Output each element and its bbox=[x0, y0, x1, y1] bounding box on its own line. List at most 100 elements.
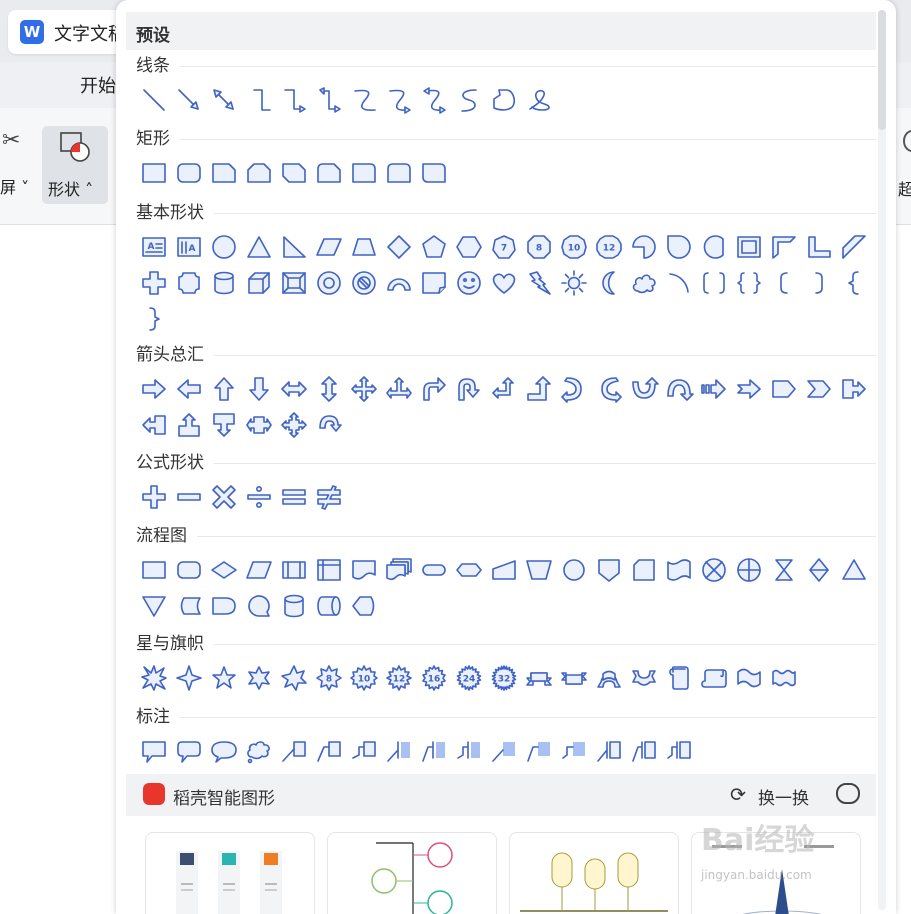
diamond-icon[interactable] bbox=[381, 229, 416, 264]
curved-ribbon-down-icon[interactable] bbox=[626, 660, 661, 695]
notched-right-arrow-icon[interactable] bbox=[731, 371, 766, 406]
flowchart-sort-icon[interactable] bbox=[801, 552, 836, 587]
line-callout-accent-1-icon[interactable] bbox=[381, 733, 416, 768]
horizontal-scroll-icon[interactable] bbox=[696, 660, 731, 695]
dodecagon-icon[interactable]: 12 bbox=[591, 229, 626, 264]
right-arrow-icon[interactable] bbox=[136, 371, 171, 406]
chevron-icon[interactable] bbox=[801, 371, 836, 406]
elbow-arrow-connector-icon[interactable] bbox=[276, 82, 311, 117]
line-callout-accent-border-3-icon[interactable] bbox=[661, 733, 696, 768]
star-32-icon[interactable]: 32 bbox=[486, 660, 521, 695]
down-arrow-callout-icon[interactable] bbox=[206, 407, 241, 442]
menu-start[interactable]: 开始 bbox=[80, 72, 116, 98]
sun-icon[interactable] bbox=[556, 265, 591, 300]
line-callout-accent-3-icon[interactable] bbox=[451, 733, 486, 768]
freeform-icon[interactable] bbox=[486, 82, 521, 117]
double-brace-icon[interactable] bbox=[731, 265, 766, 300]
rounded-rectangular-callout-icon[interactable] bbox=[171, 733, 206, 768]
panel-scrollbar[interactable] bbox=[878, 10, 886, 910]
round-diagonal-rectangle-icon[interactable] bbox=[416, 155, 451, 190]
curved-right-arrow-icon[interactable] bbox=[556, 371, 591, 406]
can-icon[interactable] bbox=[206, 265, 241, 300]
folded-corner-icon[interactable] bbox=[416, 265, 451, 300]
plaque-icon[interactable] bbox=[171, 265, 206, 300]
up-arrow-callout-icon[interactable] bbox=[171, 407, 206, 442]
right-bracket-icon[interactable] bbox=[801, 265, 836, 300]
not-equal-sign-icon[interactable] bbox=[311, 479, 346, 514]
multiply-sign-icon[interactable] bbox=[206, 479, 241, 514]
left-arrow-callout-icon[interactable] bbox=[136, 407, 171, 442]
vertical-scroll-icon[interactable] bbox=[661, 660, 696, 695]
rectangle-icon[interactable] bbox=[136, 155, 171, 190]
flowchart-manual-input-icon[interactable] bbox=[486, 552, 521, 587]
scribble-icon[interactable] bbox=[521, 82, 556, 117]
hexagon-icon[interactable] bbox=[451, 229, 486, 264]
left-right-arrow-icon[interactable] bbox=[276, 371, 311, 406]
octagon-icon[interactable]: 8 bbox=[521, 229, 556, 264]
flowchart-or-icon[interactable] bbox=[731, 552, 766, 587]
line-callout-3-icon[interactable] bbox=[346, 733, 381, 768]
frame-icon[interactable] bbox=[731, 229, 766, 264]
flowchart-decision-icon[interactable] bbox=[206, 552, 241, 587]
elbow-connector-icon[interactable] bbox=[241, 82, 276, 117]
right-triangle-icon[interactable] bbox=[276, 229, 311, 264]
smart-graphic-card[interactable] bbox=[327, 832, 497, 914]
quad-arrow-icon[interactable] bbox=[346, 371, 381, 406]
moon-icon[interactable] bbox=[591, 265, 626, 300]
teardrop-icon[interactable] bbox=[661, 229, 696, 264]
snip-round-rectangle-icon[interactable] bbox=[311, 155, 346, 190]
star-6-icon[interactable] bbox=[241, 660, 276, 695]
curved-up-arrow-icon[interactable] bbox=[626, 371, 661, 406]
heptagon-icon[interactable]: 7 bbox=[486, 229, 521, 264]
cube-icon[interactable] bbox=[241, 265, 276, 300]
curve-icon[interactable] bbox=[451, 82, 486, 117]
curved-double-arrow-connector-icon[interactable] bbox=[416, 82, 451, 117]
line-callout-border-2-icon[interactable] bbox=[521, 733, 556, 768]
swap-button[interactable]: 换一换 bbox=[758, 784, 809, 809]
flowchart-internal-storage-icon[interactable] bbox=[311, 552, 346, 587]
trapezoid-icon[interactable] bbox=[346, 229, 381, 264]
shapes-button[interactable]: 形状 ˄ bbox=[42, 126, 108, 204]
pentagon-icon[interactable] bbox=[416, 229, 451, 264]
flowchart-document-icon[interactable] bbox=[346, 552, 381, 587]
star-24-icon[interactable]: 24 bbox=[451, 660, 486, 695]
flowchart-alternate-process-icon[interactable] bbox=[171, 552, 206, 587]
star-8-icon[interactable]: 8 bbox=[311, 660, 346, 695]
snip-diagonal-rectangle-icon[interactable] bbox=[276, 155, 311, 190]
flowchart-data-icon[interactable] bbox=[241, 552, 276, 587]
double-bracket-icon[interactable] bbox=[696, 265, 731, 300]
line-icon[interactable] bbox=[136, 82, 171, 117]
flowchart-delay-icon[interactable] bbox=[206, 588, 241, 623]
chord-icon[interactable] bbox=[696, 229, 731, 264]
elbow-double-arrow-connector-icon[interactable] bbox=[311, 82, 346, 117]
line-callout-accent-2-icon[interactable] bbox=[416, 733, 451, 768]
vertical-text-box-icon[interactable]: A bbox=[171, 229, 206, 264]
flowchart-summing-junction-icon[interactable] bbox=[696, 552, 731, 587]
block-arc-icon[interactable] bbox=[381, 265, 416, 300]
star-4-icon[interactable] bbox=[171, 660, 206, 695]
ribbon-up-icon[interactable] bbox=[521, 660, 556, 695]
flowchart-off-page-connector-icon[interactable] bbox=[591, 552, 626, 587]
smiley-face-icon[interactable] bbox=[451, 265, 486, 300]
flowchart-connector-icon[interactable] bbox=[556, 552, 591, 587]
arc-icon[interactable] bbox=[661, 265, 696, 300]
u-turn-arrow-icon[interactable] bbox=[451, 371, 486, 406]
flowchart-merge-icon[interactable] bbox=[136, 588, 171, 623]
curved-connector-icon[interactable] bbox=[346, 82, 381, 117]
double-wave-icon[interactable] bbox=[766, 660, 801, 695]
flowchart-stored-data-icon[interactable] bbox=[171, 588, 206, 623]
rectangular-callout-icon[interactable] bbox=[136, 733, 171, 768]
heart-icon[interactable] bbox=[486, 265, 521, 300]
oval-icon[interactable] bbox=[206, 229, 241, 264]
refresh-icon[interactable]: ⟳ bbox=[730, 784, 746, 806]
curved-down-arrow-icon[interactable] bbox=[661, 371, 696, 406]
document-tab[interactable]: W 文字文稿 bbox=[8, 10, 128, 54]
screenshot-button[interactable]: ✂ 屏 ˅ bbox=[0, 128, 34, 198]
donut-icon[interactable] bbox=[311, 265, 346, 300]
flowchart-manual-operation-icon[interactable] bbox=[521, 552, 556, 587]
smart-graphic-card[interactable] bbox=[509, 832, 679, 914]
flowchart-terminator-icon[interactable] bbox=[416, 552, 451, 587]
striped-right-arrow-icon[interactable] bbox=[696, 371, 731, 406]
flowchart-direct-access-icon[interactable] bbox=[311, 588, 346, 623]
star-7-icon[interactable] bbox=[276, 660, 311, 695]
